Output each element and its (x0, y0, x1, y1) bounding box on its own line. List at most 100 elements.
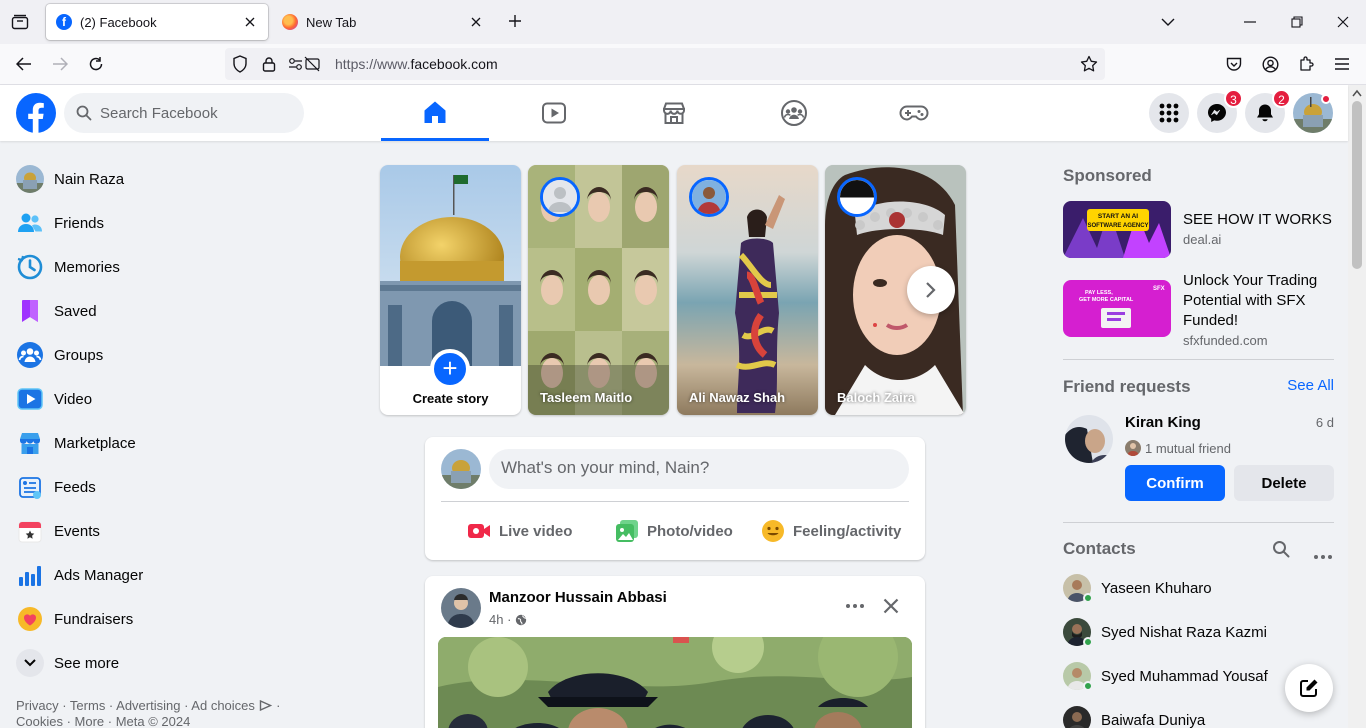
post-author-name[interactable]: Manzoor Hussain Abbasi (489, 589, 667, 606)
composer-input[interactable]: What's on your mind, Nain? (489, 449, 909, 489)
contact-avatar (1063, 706, 1091, 728)
browser-tab-bar: f (2) Facebook New Tab (0, 0, 1366, 44)
menu-hamburger-icon[interactable] (1330, 52, 1354, 76)
sidebar-item-feeds[interactable]: Feeds (8, 465, 348, 509)
story-author-name: Ali Nawaz Shah (689, 390, 786, 405)
mutual-friends: 1 mutual friend (1125, 440, 1231, 456)
story-card[interactable]: Tasleem Maitlo (528, 165, 669, 415)
menu-grid-button[interactable] (1149, 93, 1189, 133)
sidebar-item-fundraisers[interactable]: Fundraisers (8, 597, 348, 641)
sidebar-item-label: See more (54, 654, 120, 672)
live-video-button[interactable]: Live video (467, 513, 572, 549)
new-message-button[interactable] (1285, 664, 1333, 712)
scroll-up-arrow-icon[interactable] (1352, 89, 1362, 97)
sidebar-item-groups[interactable]: Groups (8, 333, 348, 377)
ad-choices-icon[interactable] (259, 699, 273, 712)
create-story-card[interactable]: + Create story (380, 165, 521, 415)
sidebar-footer: Privacy · Terms · Advertising · Ad choic… (16, 698, 286, 728)
messenger-button[interactable]: 3 (1197, 89, 1243, 133)
contacts-more-options-icon[interactable] (1314, 546, 1332, 564)
hide-post-close-icon[interactable] (877, 592, 905, 620)
reload-icon[interactable] (84, 52, 108, 76)
composer-avatar[interactable] (441, 449, 481, 489)
contact-name: Yaseen Khuharo (1101, 579, 1212, 597)
sidebar-item-label: Feeds (54, 478, 96, 496)
post-time[interactable]: 4h · (489, 612, 511, 627)
contact-item[interactable]: Syed Nishat Raza Kazmi (1063, 610, 1267, 654)
lock-icon[interactable] (260, 55, 278, 73)
contact-item[interactable]: Syed Muhammad Yousaf (1063, 654, 1268, 698)
chevron-down-icon (16, 649, 44, 677)
photo-video-button[interactable]: Photo/video (615, 513, 733, 549)
contact-avatar (1063, 662, 1093, 691)
address-bar[interactable]: https://www.facebook.com (225, 48, 1105, 80)
permissions-icon[interactable] (287, 55, 321, 73)
sidebar-item-events[interactable]: Events (8, 509, 348, 553)
sidebar-item-marketplace[interactable]: Marketplace (8, 421, 348, 465)
nav-tab-marketplace[interactable] (620, 85, 728, 141)
stories-next-button[interactable] (907, 266, 955, 314)
add-story-plus-icon[interactable]: + (430, 349, 470, 389)
tracking-shield-icon[interactable] (231, 55, 249, 73)
facebook-logo-icon[interactable] (16, 93, 56, 133)
confirm-button[interactable]: Confirm (1125, 465, 1225, 501)
search-box[interactable] (64, 93, 304, 133)
tab-facebook[interactable]: f (2) Facebook (46, 4, 268, 40)
post-photo[interactable] (438, 637, 912, 728)
tab-list-icon[interactable] (8, 12, 32, 32)
close-window-icon[interactable] (1331, 10, 1355, 34)
nav-tab-groups[interactable] (740, 85, 848, 141)
bookmark-star-icon[interactable] (1080, 55, 1098, 73)
friend-request-age: 6 d (1315, 415, 1334, 430)
feeling-activity-button[interactable]: Feeling/activity (761, 513, 901, 549)
restore-icon[interactable] (1285, 10, 1309, 34)
photo-icon (615, 519, 639, 543)
contact-item[interactable]: Baiwafa Duniya (1063, 698, 1205, 728)
nav-tab-video[interactable] (500, 85, 608, 141)
memories-icon (16, 253, 44, 281)
nav-tab-gaming[interactable] (860, 85, 968, 141)
search-input[interactable] (100, 93, 295, 133)
url-text[interactable]: https://www.facebook.com (335, 56, 498, 72)
back-arrow-icon[interactable] (12, 52, 36, 76)
delete-button[interactable]: Delete (1234, 465, 1334, 501)
feed-post: Manzoor Hussain Abbasi 4h · (425, 576, 925, 728)
bell-icon (1257, 104, 1273, 122)
footer-links[interactable]: Privacy · Terms · Advertising · Ad choic… (16, 698, 255, 713)
create-story-photo (380, 165, 521, 366)
close-tab-icon[interactable] (242, 14, 258, 30)
friend-request-avatar[interactable] (1065, 415, 1113, 463)
post-author-avatar[interactable] (441, 588, 481, 628)
notifications-button[interactable]: 2 (1245, 89, 1291, 133)
list-all-tabs-icon[interactable] (1156, 10, 1180, 34)
new-tab-button[interactable] (504, 11, 526, 33)
contact-item[interactable]: Yaseen Khuharo (1063, 566, 1212, 610)
close-tab-icon[interactable] (468, 14, 484, 30)
contacts-search-icon[interactable] (1272, 540, 1290, 563)
sidebar-item-see-more[interactable]: See more (8, 641, 348, 685)
more-options-icon[interactable] (841, 594, 869, 618)
forward-arrow-icon[interactable] (48, 52, 72, 76)
sidebar-item-friends[interactable]: Friends (8, 201, 348, 245)
friend-request-name[interactable]: Kiran King (1125, 414, 1201, 431)
sidebar-item-video[interactable]: Video (8, 377, 348, 421)
tab-new-tab[interactable]: New Tab (272, 4, 494, 40)
footer-links-2[interactable]: Cookies · More · Meta © 2024 (16, 714, 286, 728)
ads-manager-icon (16, 561, 44, 589)
pocket-icon[interactable] (1222, 52, 1246, 76)
extensions-icon[interactable] (1294, 52, 1318, 76)
minimize-icon[interactable] (1238, 10, 1262, 34)
nav-tab-home[interactable] (381, 85, 489, 141)
account-status-dot (1321, 94, 1331, 104)
scrollbar-thumb[interactable] (1352, 101, 1362, 269)
sponsored-ad[interactable]: START AN AI SOFTWARE AGENCY SEE HOW IT WO… (1063, 201, 1332, 258)
sidebar-item-saved[interactable]: Saved (8, 289, 348, 333)
sidebar-item-profile[interactable]: Nain Raza (8, 157, 348, 201)
see-all-link[interactable]: See All (1287, 377, 1334, 394)
page-scrollbar[interactable] (1348, 85, 1366, 728)
sponsored-ad[interactable]: PAY LESS, GET MORE CAPITAL SFX Unlock Your… (1063, 271, 1333, 348)
account-icon[interactable] (1258, 52, 1282, 76)
sidebar-item-memories[interactable]: Memories (8, 245, 348, 289)
sidebar-item-ads-manager[interactable]: Ads Manager (8, 553, 348, 597)
story-card[interactable]: Ali Nawaz Shah (677, 165, 818, 415)
